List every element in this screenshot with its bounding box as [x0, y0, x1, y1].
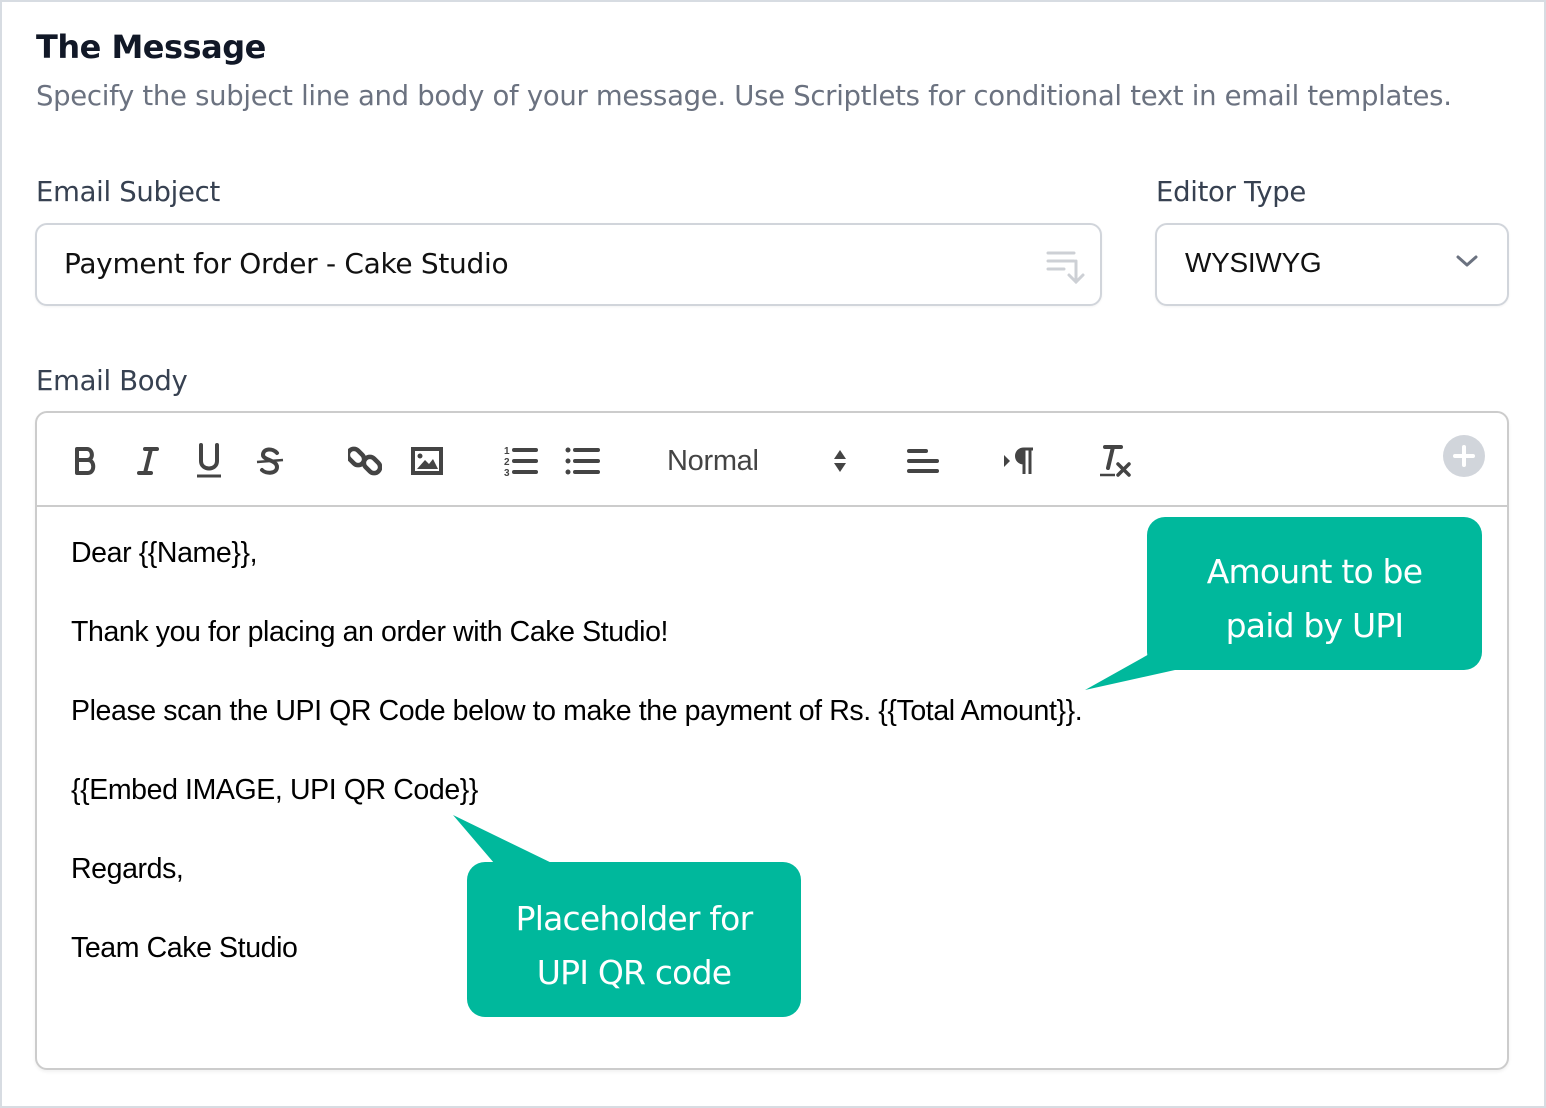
bold-icon — [75, 447, 96, 475]
underline-icon — [197, 443, 221, 478]
editor-type-value: WYSIWYG — [1185, 247, 1322, 278]
callout-qr: Placeholder for UPI QR code — [467, 862, 801, 1017]
strikethrough-icon — [256, 447, 284, 475]
email-subject-input[interactable]: Payment for Order - Cake Studio — [35, 223, 1102, 306]
svg-text:2: 2 — [504, 457, 510, 468]
align-button[interactable] — [903, 441, 943, 481]
underline-button[interactable] — [192, 441, 226, 481]
link-icon — [348, 446, 382, 476]
body-paragraph: Dear {{Name}}, — [71, 537, 258, 569]
section-description: Specify the subject line and body of you… — [36, 80, 1452, 112]
format-select[interactable]: Normal — [665, 441, 855, 481]
callout-qr-line: Placeholder for — [515, 899, 754, 938]
section-title: The Message — [36, 28, 266, 66]
bullet-list-icon — [565, 447, 600, 475]
strikethrough-button[interactable] — [253, 441, 287, 481]
italic-button[interactable] — [131, 441, 165, 481]
add-button[interactable] — [1443, 435, 1485, 477]
bullet-list-button[interactable] — [563, 441, 603, 481]
text-direction-icon — [1004, 447, 1033, 474]
callout-amount-line: Amount to be — [1206, 552, 1423, 591]
clear-formatting-icon — [1100, 445, 1131, 477]
email-subject-label: Email Subject — [36, 176, 220, 208]
format-select-value: Normal — [667, 445, 759, 477]
callout-amount: Amount to be paid by UPI — [1147, 517, 1482, 670]
plus-icon — [1453, 445, 1475, 467]
editor-type-select[interactable]: WYSIWYG — [1155, 223, 1509, 306]
svg-text:3: 3 — [504, 468, 510, 477]
clear-formatting-button[interactable] — [1095, 441, 1135, 481]
body-paragraph: Regards, — [71, 853, 184, 885]
image-button[interactable] — [407, 441, 447, 481]
updown-arrows-icon — [834, 450, 846, 472]
callout-amount-line: paid by UPI — [1225, 606, 1405, 645]
callout-qr-line: UPI QR code — [536, 953, 732, 992]
chevron-down-icon — [1456, 255, 1478, 267]
ordered-list-button[interactable]: 123 — [501, 441, 541, 481]
body-paragraph: Team Cake Studio — [71, 932, 298, 964]
editor-toolbar: 123 Normal — [37, 413, 1507, 507]
bold-button[interactable] — [69, 441, 103, 481]
ordered-list-icon: 123 — [504, 446, 538, 477]
align-left-icon — [907, 449, 939, 473]
email-body-label: Email Body — [36, 365, 188, 397]
body-paragraph: Please scan the UPI QR Code below to mak… — [71, 695, 1083, 727]
text-direction-button[interactable] — [999, 441, 1039, 481]
body-paragraph: {{Embed IMAGE, UPI QR Code}} — [71, 774, 479, 806]
editor-type-label: Editor Type — [1156, 176, 1306, 208]
email-subject-value: Payment for Order - Cake Studio — [64, 247, 509, 280]
italic-icon — [137, 447, 159, 475]
svg-text:1: 1 — [504, 446, 510, 457]
insert-field-icon[interactable] — [1046, 247, 1086, 285]
link-button[interactable] — [345, 441, 385, 481]
body-paragraph: Thank you for placing an order with Cake… — [71, 616, 669, 648]
image-icon — [411, 447, 443, 475]
